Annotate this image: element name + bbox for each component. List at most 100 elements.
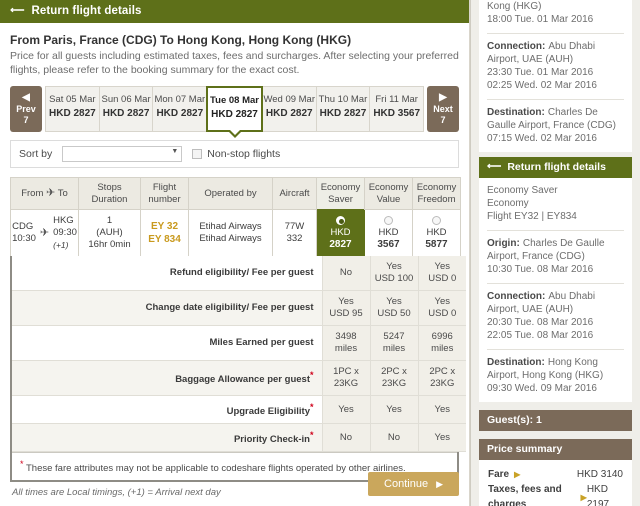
outbound-destination: Destination: Charles De Gaulle Airport, …	[487, 100, 624, 152]
attr-miles-freedom: 6996 miles	[417, 325, 466, 361]
th-eco-value-l2: Value	[376, 193, 401, 205]
next-7-days-button[interactable]: ▶ Next 7	[427, 86, 459, 132]
fare-radio-economy-freedom[interactable]	[432, 215, 441, 225]
date-cell-0[interactable]: Sat 05 Mar HKD 2827	[45, 86, 100, 132]
fare-option-economy-freedom[interactable]: HKD 5877	[412, 209, 461, 257]
fare-radio-economy-value[interactable]	[384, 215, 393, 225]
route-note: Price for all guests including estimated…	[10, 50, 459, 76]
airplane-icon: ✈	[46, 186, 56, 199]
return-connection-label: Connection:	[487, 291, 546, 302]
th-eco-saver-l2: Saver	[328, 193, 353, 205]
th-to-label: To	[57, 187, 68, 199]
th-eco-freedom-l2: Freedom	[417, 193, 456, 205]
attr-priority-value: No	[369, 423, 418, 453]
guests-header-label: Guest(s): 1	[487, 414, 542, 426]
flight-number-2[interactable]: EY 834	[143, 233, 186, 246]
stops-count: 1	[106, 215, 113, 226]
aircraft-1: 77W	[284, 221, 305, 232]
fare-amount-saver: 2827	[329, 238, 352, 250]
prev-count: 7	[23, 114, 29, 125]
date-cell-6-date: Fri 11 Mar	[375, 94, 418, 105]
non-stop-label: Non-stop flights	[207, 148, 281, 160]
route-title: From Paris, France (CDG) To Hong Kong, H…	[10, 33, 352, 47]
price-value-taxes: HKD 2197	[586, 484, 610, 506]
return-origin-label: Origin:	[487, 238, 520, 249]
sort-by-select[interactable]	[62, 146, 183, 162]
attr-change-freedom-l2: USD 0	[428, 308, 457, 319]
attr-change-freedom-l1: Yes	[434, 296, 451, 307]
duration-value: 16hr 0min	[88, 239, 131, 250]
price-row-fare[interactable]: Fare ▶ HKD 3140	[488, 467, 623, 482]
attr-upgrade-saver: Yes	[321, 395, 370, 425]
date-cell-2-date: Mon 07 Mar	[154, 94, 206, 105]
attr-miles-saver: 3498 miles	[321, 325, 370, 361]
attr-baggage-freedom-l1: 2PC x	[429, 366, 456, 377]
next-label: Next	[433, 103, 453, 114]
attr-baggage-freedom: 2PC x 23KG	[417, 360, 466, 396]
attr-refund-value-l2: USD 100	[374, 273, 414, 284]
th-from-label: From	[21, 187, 44, 199]
outbound-connection-label: Connection:	[487, 41, 546, 52]
attr-refund-freedom-l1: Yes	[434, 261, 451, 272]
th-economy-freedom: Economy Freedom	[412, 177, 461, 210]
collapse-arrow-icon[interactable]: ⟶	[487, 161, 501, 172]
price-row-taxes[interactable]: Taxes, fees and charges ▶ HKD 2197	[488, 482, 623, 506]
guests-header[interactable]: Guest(s): 1	[479, 410, 632, 431]
table-header-row: From ✈ To Stops Duration Flight number O…	[10, 177, 461, 210]
sidebar-return-flight-header[interactable]: ⟶ Return flight details	[479, 157, 632, 178]
stops-via: (AUH)	[96, 227, 123, 238]
price-summary-header: Price summary	[479, 439, 632, 460]
fare-radio-economy-saver[interactable]	[336, 215, 345, 225]
attr-label-change-date: Change date eligibility/ Fee per guest	[12, 290, 322, 326]
outbound-connection: Connection: Abu Dhabi Airport, UAE (AUH)…	[487, 34, 624, 100]
caret-right-icon[interactable]: ▶	[514, 467, 520, 482]
flight-number-1[interactable]: EY 32	[143, 220, 186, 233]
date-cell-5-date: Thu 10 Mar	[318, 94, 368, 105]
flight-results-table: From ✈ To Stops Duration Flight number O…	[10, 177, 461, 257]
fare-currency-value: HKD	[378, 226, 399, 238]
fare-option-economy-value[interactable]: HKD 3567	[364, 209, 413, 257]
attr-baggage-value-l1: 2PC x	[381, 366, 407, 377]
non-stop-filter[interactable]: Non-stop flights	[192, 148, 280, 160]
continue-button[interactable]: Continue ▶	[368, 472, 459, 496]
return-destination-time: 09:30 Wed. 09 Mar 2016	[487, 383, 597, 394]
attr-label-baggage-text: Baggage Allowance per guest	[175, 374, 310, 386]
outbound-destination-time: 07:15 Wed. 02 Mar 2016	[487, 133, 597, 144]
aircraft-2: 332	[286, 233, 303, 244]
th-flight-l1: Flight	[152, 182, 177, 193]
outbound-destination-label: Destination:	[487, 107, 545, 118]
fare-option-economy-saver[interactable]: HKD 2827	[316, 209, 365, 257]
from-code: CDG	[12, 221, 34, 232]
to-time: 09:30	[53, 227, 77, 238]
attr-upgrade-freedom: Yes	[417, 395, 466, 425]
date-cell-4[interactable]: Wed 09 Mar HKD 2827	[261, 86, 317, 132]
triangle-left-icon: ◀	[22, 91, 30, 103]
prev-7-days-button[interactable]: ◀ Prev 7	[10, 86, 42, 132]
non-stop-checkbox[interactable]	[192, 149, 203, 159]
collapse-arrow-icon[interactable]: ⟶	[10, 5, 24, 16]
price-summary-card: Fare ▶ HKD 3140 Taxes, fees and charges …	[479, 460, 632, 506]
date-cell-0-price: HKD 2827	[49, 108, 96, 119]
date-cell-1[interactable]: Sun 06 Mar HKD 2827	[98, 86, 154, 132]
arrow-right-icon: ▶	[436, 478, 443, 489]
attribute-row-refund: Refund eligibility/ Fee per guest No Yes…	[12, 256, 466, 291]
fare-amount-value: 3567	[377, 238, 400, 250]
date-cell-5[interactable]: Thu 10 Mar HKD 2827	[315, 86, 371, 132]
panel-header[interactable]: ⟶ Return flight details	[0, 0, 469, 23]
attr-change-saver-l1: Yes	[338, 296, 354, 307]
th-eco-freedom-l1: Economy	[416, 182, 457, 193]
date-cell-6[interactable]: Fri 11 Mar HKD 3567	[369, 86, 425, 132]
attr-change-saver-l2: USD 95	[329, 308, 363, 319]
date-cell-2[interactable]: Mon 07 Mar HKD 2827	[152, 86, 208, 132]
attr-refund-saver-l1: No	[339, 267, 353, 278]
attr-baggage-value: 2PC x 23KG	[369, 360, 418, 396]
fare-currency-freedom: HKD	[426, 226, 447, 238]
outbound-origin-time: 18:00 Tue. 01 Mar 2016	[487, 14, 594, 25]
date-cell-3-price: HKD 2827	[211, 109, 258, 120]
th-flight-number: Flight number	[140, 177, 189, 210]
date-cell-3-selected[interactable]: Tue 08 Mar HKD 2827	[206, 86, 263, 132]
th-stops-label: Stops	[97, 182, 122, 193]
th-aircraft: Aircraft	[272, 177, 317, 210]
attr-baggage-saver-l1: 1PC x	[333, 366, 359, 377]
operator-1: Etihad Airways	[199, 221, 262, 232]
